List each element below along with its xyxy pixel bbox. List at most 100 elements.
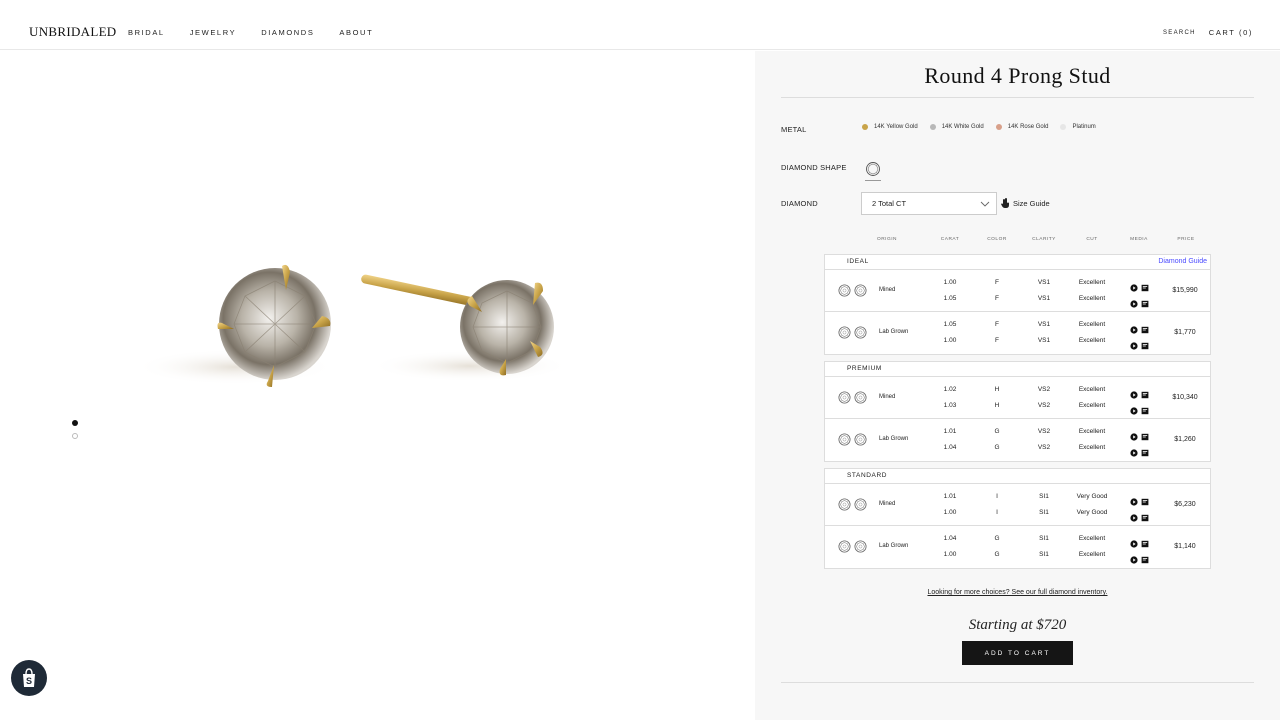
nav-about[interactable]: ABOUT: [339, 28, 373, 37]
color-cell: I: [996, 509, 998, 516]
platinum-swatch: [1060, 124, 1067, 130]
media-cell: [1130, 402, 1149, 420]
play-video-icon[interactable]: [1130, 337, 1138, 355]
origin-cell: Mined: [879, 394, 896, 400]
product-gallery: [0, 51, 755, 720]
carat-cell: 1.00: [943, 279, 957, 286]
group-header: PREMIUM: [825, 362, 1210, 377]
play-video-icon[interactable]: [1130, 509, 1138, 527]
svg-text:S: S: [26, 676, 32, 686]
metal-option-label: 14K Yellow Gold: [874, 124, 918, 130]
rose-gold-swatch: [995, 124, 1002, 130]
diamond-icon: [854, 540, 867, 553]
certificate-icon[interactable]: [1141, 444, 1149, 462]
cut-cell: Excellent: [1078, 402, 1106, 409]
site-logo[interactable]: UNBRIDALED: [29, 24, 117, 40]
shopify-chat-button[interactable]: S: [11, 660, 47, 696]
nav-bridal[interactable]: BRIDAL: [128, 28, 165, 37]
full-inventory-link[interactable]: Looking for more choices? See our full d…: [755, 589, 1280, 596]
round-diamond-icon[interactable]: [865, 161, 881, 177]
nav-diamonds[interactable]: DIAMONDS: [261, 28, 314, 37]
metal-options: 14K Yellow Gold 14K White Gold 14K Rose …: [862, 124, 1108, 130]
clarity-cell: VS1: [1037, 295, 1051, 302]
table-column-headers: ORIGIN CARAT COLOR CLARITY CUT MEDIA PRI…: [755, 237, 1280, 247]
diamond-carat-select[interactable]: 2 Total CT: [861, 192, 997, 215]
product-title: Round 4 Prong Stud: [924, 63, 1111, 88]
color-cell: G: [994, 444, 1000, 451]
gallery-dot-2[interactable]: [72, 433, 78, 439]
color-cell: I: [996, 493, 998, 500]
cut-cell: Very Good: [1076, 509, 1108, 516]
gallery-dot-1[interactable]: [72, 420, 78, 426]
play-video-icon[interactable]: [1130, 551, 1138, 569]
carat-cell: 1.00: [943, 337, 957, 344]
play-video-icon[interactable]: [1130, 402, 1138, 420]
diamond-pair-row[interactable]: Mined 1.01 I SI1 Very Good 1.00 I SI1 Very Good $…: [825, 484, 1210, 526]
diamond-pair-row[interactable]: Mined 1.02 H VS2 Excellent 1.03 H VS2 Excellent $…: [825, 377, 1210, 419]
diamond-icon: [854, 433, 867, 446]
play-video-icon[interactable]: [1130, 295, 1138, 313]
group-name: PREMIUM: [847, 365, 882, 372]
color-cell: F: [995, 337, 999, 344]
cut-cell: Excellent: [1078, 428, 1106, 435]
bottom-divider: [781, 682, 1254, 683]
shopping-bag-icon: S: [23, 668, 35, 687]
diamond-group-ideal: IDEAL Diamond Guide Mined 1.00 F VS1 Excelle…: [824, 254, 1211, 355]
diamond-icon: [854, 391, 867, 404]
carat-cell: 1.00: [943, 509, 957, 516]
diamond-pair-row[interactable]: Mined 1.00 F VS1 Excellent 1.05 F VS1 Excellent $…: [825, 270, 1210, 312]
metal-option-label: 14K White Gold: [941, 124, 984, 130]
diamond-carat-value: 2 Total CT: [872, 199, 907, 208]
media-cell: [1130, 295, 1149, 313]
cut-cell: Excellent: [1078, 337, 1106, 344]
column-origin: ORIGIN: [876, 237, 898, 242]
metal-option-yellow-gold[interactable]: 14K Yellow Gold: [862, 124, 918, 130]
nav-jewelry[interactable]: JEWELRY: [190, 28, 237, 37]
gallery-pagination: [72, 420, 78, 446]
diamond-pair-row[interactable]: Lab Grown 1.05 F VS1 Excellent 1.00 F VS1 Excell…: [825, 312, 1210, 354]
cut-cell: Excellent: [1078, 279, 1106, 286]
clarity-cell: VS2: [1037, 428, 1051, 435]
add-to-cart-button[interactable]: ADD TO CART: [962, 641, 1073, 665]
diamond-guide-link[interactable]: Diamond Guide: [1158, 258, 1207, 265]
carat-cell: 1.04: [943, 444, 957, 451]
diamond-icon: [854, 326, 867, 339]
certificate-icon[interactable]: [1141, 295, 1149, 313]
group-header: STANDARD: [825, 469, 1210, 484]
origin-cell: Lab Grown: [879, 329, 909, 335]
diamond-icon: [838, 433, 851, 446]
play-video-icon[interactable]: [1130, 444, 1138, 462]
diamond-pair-row[interactable]: Lab Grown 1.01 G VS2 Excellent 1.04 G VS2 Excell…: [825, 419, 1210, 461]
cut-cell: Excellent: [1078, 295, 1106, 302]
diamond-pair-row[interactable]: Lab Grown 1.04 G SI1 Excellent 1.00 G SI1 Excell…: [825, 526, 1210, 568]
certificate-icon[interactable]: [1141, 402, 1149, 420]
certificate-icon[interactable]: [1141, 337, 1149, 355]
carat-cell: 1.05: [943, 321, 957, 328]
group-header: IDEAL Diamond Guide: [825, 255, 1210, 270]
color-cell: G: [994, 428, 1000, 435]
color-cell: G: [994, 551, 1000, 558]
diamond-icon: [838, 284, 851, 297]
cut-cell: Excellent: [1078, 551, 1106, 558]
clarity-cell: VS2: [1037, 444, 1051, 451]
carat-cell: 1.03: [943, 402, 957, 409]
search-link[interactable]: SEARCH: [1163, 30, 1196, 36]
diamond-icon: [838, 540, 851, 553]
certificate-icon[interactable]: [1141, 551, 1149, 569]
media-cell: [1130, 509, 1149, 527]
column-clarity: CLARITY: [1032, 237, 1056, 242]
metal-option-rose-gold[interactable]: 14K Rose Gold: [995, 124, 1048, 130]
metal-option-platinum[interactable]: Platinum: [1060, 124, 1096, 130]
certificate-icon[interactable]: [1141, 509, 1149, 527]
price-cell: $1,140: [1174, 543, 1196, 550]
column-cut: CUT: [1086, 237, 1098, 242]
media-cell: [1130, 551, 1149, 569]
carat-cell: 1.00: [943, 551, 957, 558]
title-divider: [781, 97, 1254, 98]
metal-label: METAL: [781, 125, 807, 134]
metal-option-white-gold[interactable]: 14K White Gold: [929, 124, 984, 130]
media-cell: [1130, 337, 1149, 355]
cart-link[interactable]: CART (0): [1209, 28, 1253, 37]
carat-cell: 1.04: [943, 535, 957, 542]
size-guide-link[interactable]: Size Guide: [1001, 198, 1050, 208]
